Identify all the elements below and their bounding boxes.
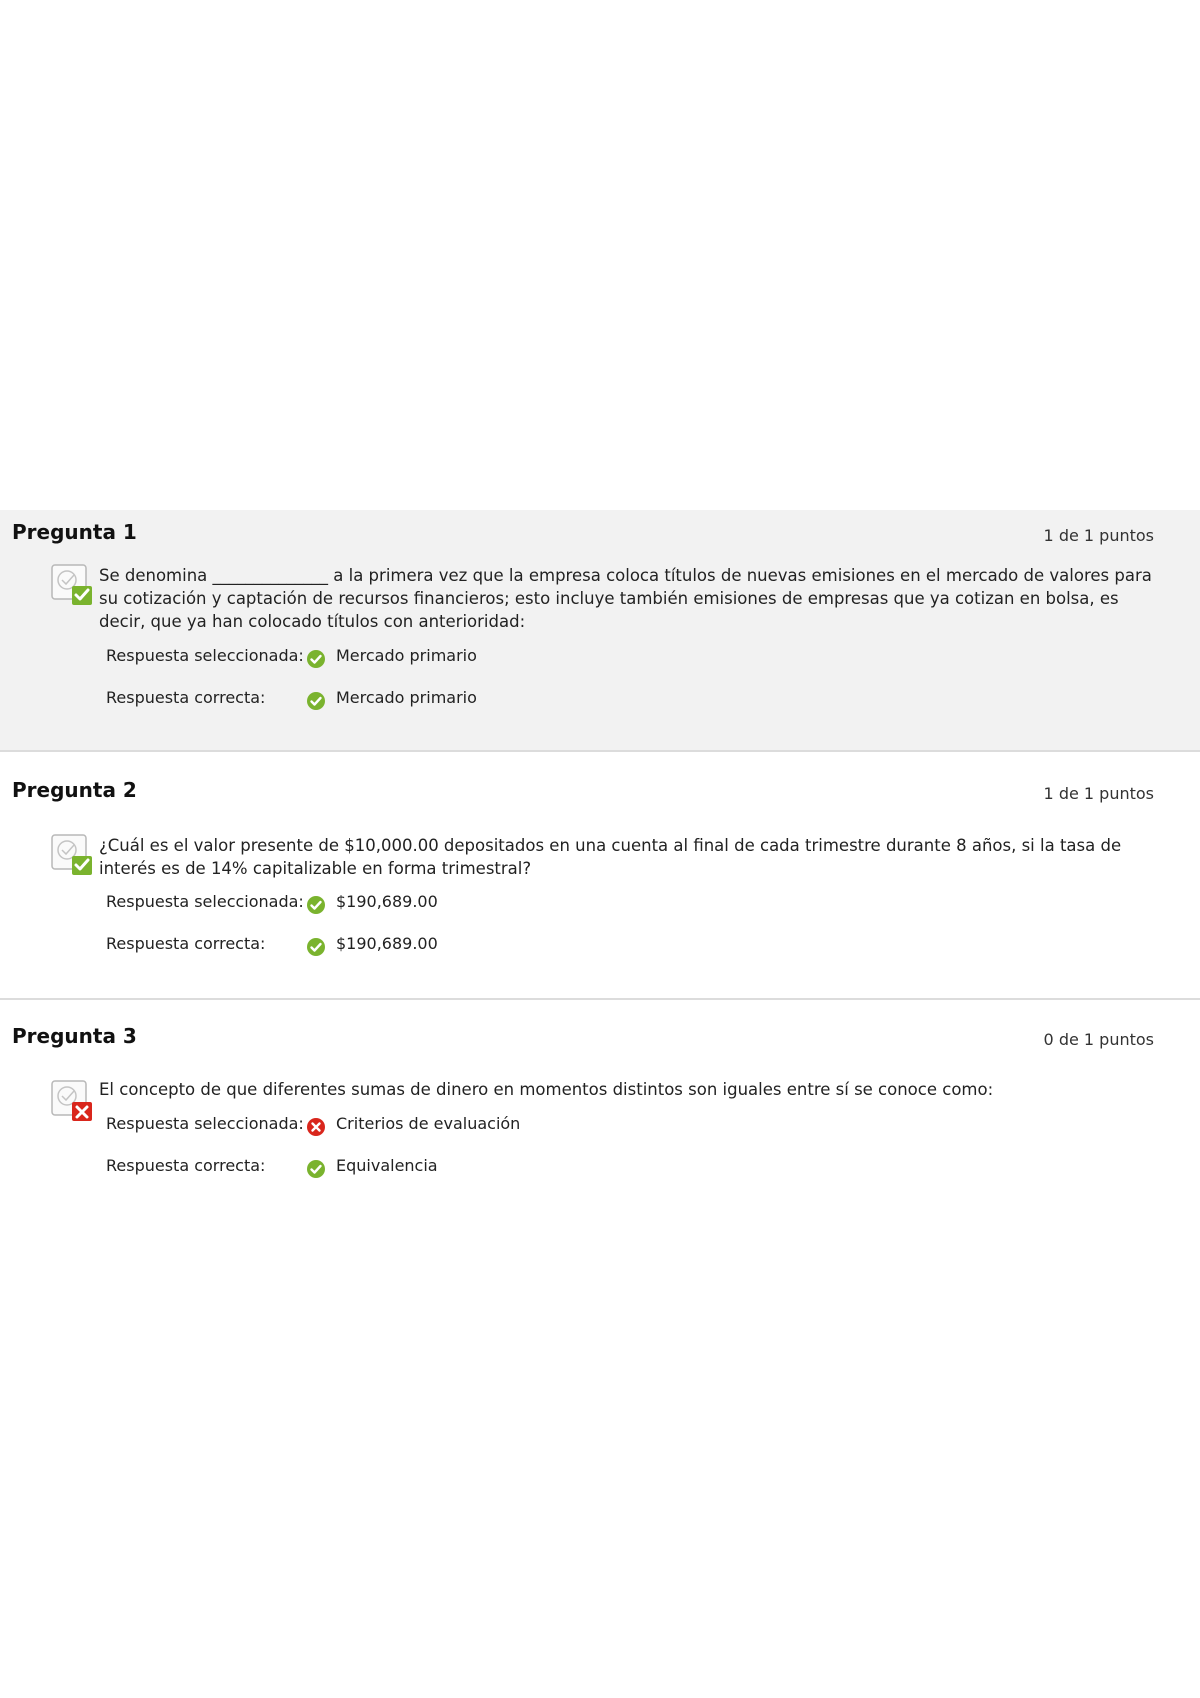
selected-answer-label: Respuesta seleccionada: [106,892,304,911]
selected-answer-value: Mercado primario [336,646,477,665]
correct-answer-label: Respuesta correcta: [106,688,266,707]
correct-answer-label: Respuesta correcta: [106,1156,266,1175]
question-points: 1 de 1 puntos [1043,784,1154,803]
question-2: Pregunta 2 1 de 1 puntos ¿Cuál es el val… [0,752,1200,1000]
x-circle-icon [307,1118,325,1136]
question-text: ¿Cuál es el valor presente de $10,000.00… [99,836,1122,878]
question-points: 1 de 1 puntos [1043,526,1154,545]
question-title: Pregunta 2 [12,778,137,802]
question-3: Pregunta 3 0 de 1 puntos El concepto de … [0,1000,1200,1200]
selected-answer-label: Respuesta seleccionada: [106,1114,304,1133]
selected-answer-value: Criterios de evaluación [336,1114,521,1133]
question-text: Se denomina ______________ a la primera … [99,566,1152,631]
check-circle-icon [307,896,325,914]
check-circle-icon [307,1160,325,1178]
selected-answer-label: Respuesta seleccionada: [106,646,304,665]
correct-answer-value: $190,689.00 [336,934,438,953]
check-circle-icon [307,650,325,668]
question-text: El concepto de que diferentes sumas de d… [99,1080,994,1099]
check-circle-icon [307,938,325,956]
question-points: 0 de 1 puntos [1043,1030,1154,1049]
correct-question-icon [51,834,92,875]
check-circle-icon [307,692,325,710]
question-header: Pregunta 2 1 de 1 puntos [12,774,1154,808]
selected-answer-row: Respuesta seleccionada: $190,689.00 [106,890,1006,916]
page: Pregunta 1 1 de 1 puntos Se denomina ___… [0,0,1200,1698]
question-title: Pregunta 1 [12,520,137,544]
correct-question-icon [51,564,92,605]
question-title: Pregunta 3 [12,1024,137,1048]
correct-answer-label: Respuesta correcta: [106,934,266,953]
correct-answer-row: Respuesta correcta: Equivalencia [106,1154,1006,1180]
incorrect-question-icon [51,1080,92,1121]
correct-answer-value: Equivalencia [336,1156,438,1175]
correct-answer-row: Respuesta correcta: $190,689.00 [106,932,1006,958]
selected-answer-row: Respuesta seleccionada: Mercado primario [106,644,1006,670]
correct-answer-value: Mercado primario [336,688,477,707]
correct-answer-row: Respuesta correcta: Mercado primario [106,686,1006,712]
selected-answer-value: $190,689.00 [336,892,438,911]
question-header: Pregunta 1 1 de 1 puntos [12,516,1154,550]
question-header: Pregunta 3 0 de 1 puntos [12,1020,1154,1054]
selected-answer-row: Respuesta seleccionada: Criterios de eva… [106,1112,1006,1138]
question-1: Pregunta 1 1 de 1 puntos Se denomina ___… [0,510,1200,752]
